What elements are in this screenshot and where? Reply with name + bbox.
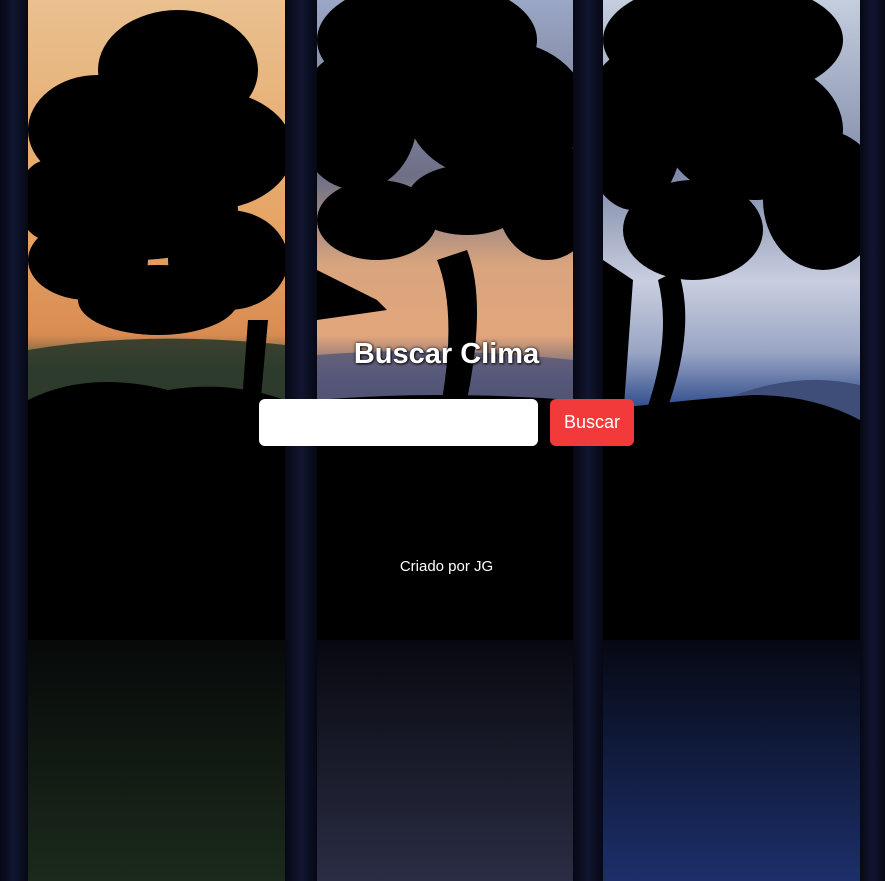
city-search-input[interactable]	[259, 399, 538, 446]
search-button[interactable]: Buscar	[550, 399, 634, 446]
page-title: Buscar Clima	[353, 338, 540, 370]
footer-credit: Criado por JG	[399, 558, 494, 575]
page-background: Buscar Clima Buscar Criado por JG	[0, 0, 885, 881]
search-container: Buscar Clima Buscar Criado por JG	[0, 0, 885, 881]
